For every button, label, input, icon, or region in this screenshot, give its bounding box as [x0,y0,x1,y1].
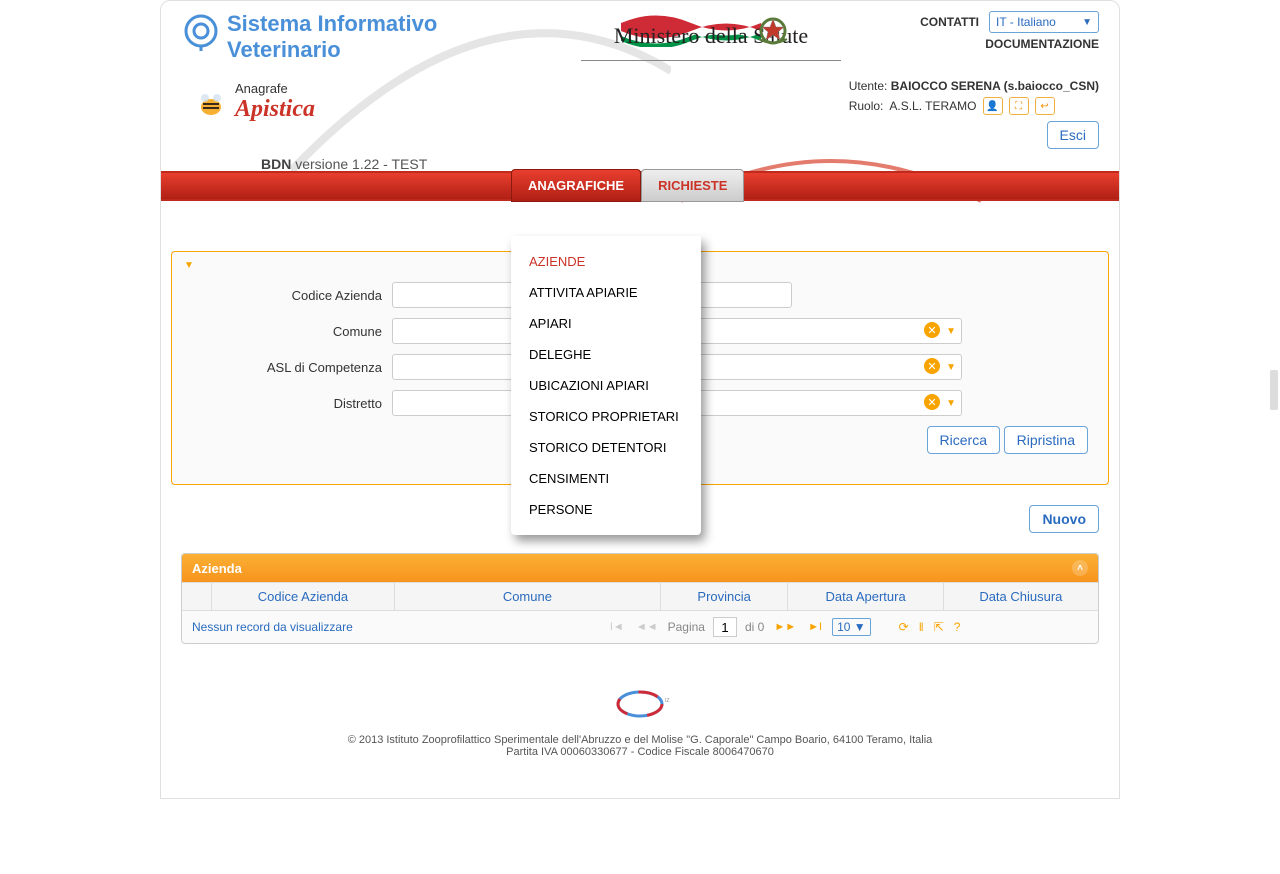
pager-refresh-icon[interactable]: ⟳ [899,620,909,634]
logout-button[interactable]: Esci [1047,121,1099,149]
back-icon[interactable]: ↩ [1035,97,1055,115]
new-button[interactable]: Nuovo [1029,505,1099,533]
pager-page-size[interactable]: 10 ▼ [832,618,871,636]
dropdown-item-deleghe[interactable]: DELEGHE [511,339,701,370]
tab-anagrafiche[interactable]: ANAGRAFICHE [511,169,641,202]
italy-emblem-icon [751,9,795,53]
pager-page-input[interactable] [713,617,737,637]
reset-button[interactable]: Ripristina [1004,426,1088,454]
pager-pause-icon[interactable]: ‖ [919,620,924,634]
grid-empty-message: Nessun record da visualizzare [192,620,353,634]
footer: IZSAM TERAMO © 2013 Istituto Zooprofilat… [171,664,1109,778]
tab-richieste[interactable]: RICHIESTE [641,169,744,202]
grid-title: Azienda [192,561,242,576]
main-menu-bar: ANAGRAFICHE RICHIESTE [161,171,1119,201]
anagrafe-logo: Anagrafe Apistica [191,81,315,123]
grid-col-data-chiusura[interactable]: Data Chiusura [944,583,1098,610]
at-icon [181,11,221,71]
documentazione-link[interactable]: DOCUMENTAZIONE [985,37,1099,51]
system-title-line2: Veterinario [227,37,437,63]
panel-toggle-icon[interactable]: ▼ [184,260,194,271]
chevron-down-icon[interactable]: ▼ [946,398,956,409]
izsam-logo: IZSAM TERAMO [610,684,670,724]
label-codice-azienda: Codice Azienda [192,288,392,303]
grid-col-comune[interactable]: Comune [395,583,661,610]
dropdown-item-apiari[interactable]: APIARI [511,308,701,339]
ministero-label: Ministero della Salute [581,11,841,61]
pager: I◄ ◄◄ Pagina di 0 ►► ►I 10 ▼ ⟳ ‖ ⇱ ? [608,617,961,637]
scrollbar-hint [1270,370,1278,410]
pager-first-icon[interactable]: I◄ [608,621,626,633]
dropdown-item-storico-proprietari[interactable]: STORICO PROPRIETARI [511,401,701,432]
clear-icon[interactable]: ✕ [924,322,940,338]
bdn-version: BDN versione 1.22 - TEST [261,156,427,172]
language-select[interactable]: IT - Italiano ▼ [989,11,1099,33]
chevron-down-icon: ▼ [1082,17,1092,28]
pager-next-icon[interactable]: ►► [772,621,798,633]
dropdown-item-aziende[interactable]: AZIENDE [511,246,701,277]
svg-text:IZSAM TERAMO: IZSAM TERAMO [665,698,670,704]
apistica-label: Apistica [235,96,315,123]
dropdown-item-censimenti[interactable]: CENSIMENTI [511,463,701,494]
contatti-link[interactable]: CONTATTI [920,15,979,29]
clear-icon[interactable]: ✕ [924,358,940,374]
clear-icon[interactable]: ✕ [924,394,940,410]
footer-line1: © 2013 Istituto Zooprofilattico Sperimen… [191,734,1089,746]
grid-col-data-apertura[interactable]: Data Apertura [788,583,943,610]
chevron-down-icon[interactable]: ▼ [946,362,956,373]
grid-col-provincia[interactable]: Provincia [661,583,789,610]
header: Sistema Informativo Veterinario Anagrafe… [161,1,1119,171]
pager-export-icon[interactable]: ⇱ [934,620,944,634]
label-comune: Comune [192,324,392,339]
anagrafe-label: Anagrafe [235,81,315,96]
anagrafiche-dropdown: AZIENDE ATTIVITA APIARIE APIARI DELEGHE … [511,236,701,535]
dropdown-item-ubicazioni-apiari[interactable]: UBICAZIONI APIARI [511,370,701,401]
user-info: Utente: BAIOCCO SERENA (s.baiocco_CSN) R… [849,79,1099,115]
expand-icon[interactable]: ⛶ [1009,97,1029,115]
results-grid: Azienda ˄ Codice Azienda Comune Provinci… [181,553,1099,644]
label-distretto: Distretto [192,396,392,411]
pager-help-icon[interactable]: ? [954,620,961,634]
bee-icon [191,82,231,122]
dropdown-item-attivita-apiarie[interactable]: ATTIVITA APIARIE [511,277,701,308]
dropdown-item-persone[interactable]: PERSONE [511,494,701,525]
search-button[interactable]: Ricerca [927,426,1000,454]
collapse-icon[interactable]: ˄ [1072,560,1088,576]
label-asl-competenza: ASL di Competenza [192,360,392,375]
grid-col-codice-azienda[interactable]: Codice Azienda [212,583,395,610]
system-title-line1: Sistema Informativo [227,11,437,37]
grid-col-selector[interactable] [182,583,212,610]
pager-last-icon[interactable]: ►I [806,621,824,633]
pager-prev-icon[interactable]: ◄◄ [634,621,660,633]
dropdown-item-storico-detentori[interactable]: STORICO DETENTORI [511,432,701,463]
user-icon[interactable]: 👤 [983,97,1003,115]
chevron-down-icon[interactable]: ▼ [946,326,956,337]
footer-line2: Partita IVA 00060330677 - Codice Fiscale… [191,746,1089,758]
